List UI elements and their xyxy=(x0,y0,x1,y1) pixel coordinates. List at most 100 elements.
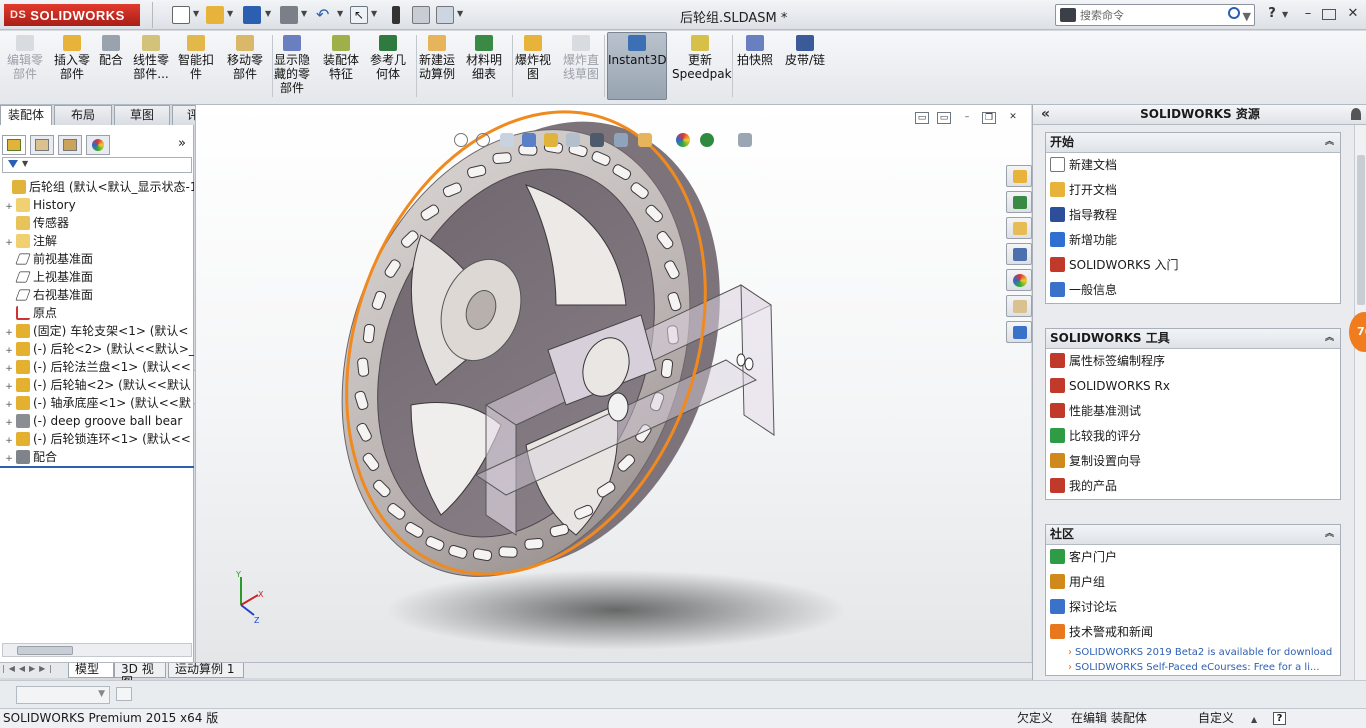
tree-item[interactable]: + 配合 xyxy=(0,448,194,466)
bottom-tab-2[interactable]: 运动算例 1 xyxy=(168,663,244,678)
display-style-icon[interactable] xyxy=(590,133,604,147)
search-icon[interactable] xyxy=(1228,7,1240,19)
ribbon-button-7[interactable]: 装配体 特征 xyxy=(318,35,364,81)
ribbon-button-12[interactable]: 爆炸直 线草图 xyxy=(558,35,604,81)
tree-item[interactable]: 原点 xyxy=(0,304,194,322)
viewport-minimize-icon[interactable]: – xyxy=(960,112,974,124)
print-icon[interactable] xyxy=(280,6,298,24)
bottom-tab-1[interactable]: 3D 视图 xyxy=(114,663,166,689)
file-properties-icon[interactable] xyxy=(412,6,430,24)
zoom-to-fit-icon[interactable] xyxy=(454,133,468,147)
tree-item[interactable]: 后轮组 (默认<默认_显示状态-1 xyxy=(0,178,194,196)
feature-manager-tab[interactable] xyxy=(2,135,26,155)
property-manager-tab[interactable] xyxy=(30,135,54,155)
ribbon-button-15[interactable]: 拍快照 xyxy=(734,35,776,67)
pin-icon[interactable] xyxy=(1351,108,1361,120)
resource-link[interactable]: 一般信息 xyxy=(1046,278,1340,303)
ribbon-button-9[interactable]: 新建运 动算例 xyxy=(414,35,460,81)
tree-item[interactable]: + 注解 xyxy=(0,232,194,250)
open-icon[interactable] xyxy=(206,6,224,24)
resource-link[interactable]: 打开文档 xyxy=(1046,178,1340,203)
resource-link[interactable]: 比较我的评分 xyxy=(1046,424,1340,449)
viewport-restore-icon[interactable]: ❐ xyxy=(982,112,996,124)
task-pane-scrollbar[interactable] xyxy=(1354,125,1366,680)
tree-item[interactable]: 上视基准面 xyxy=(0,268,194,286)
graphics-area[interactable]: Y X Z ▭ ▭ – ❐ ✕ xyxy=(195,105,1031,662)
scroll-thumb[interactable] xyxy=(1357,155,1365,305)
expand-toggle-icon[interactable]: + xyxy=(4,234,14,250)
expand-toggle-icon[interactable]: + xyxy=(4,324,14,340)
configuration-select[interactable]: ▼ xyxy=(16,686,110,704)
tree-item[interactable]: + (-) 后轮法兰盘<1> (默认<< xyxy=(0,358,194,376)
expand-toggle-icon[interactable]: + xyxy=(4,396,14,412)
help-status-icon[interactable]: ? xyxy=(1273,712,1286,725)
ribbon-button-4[interactable]: 智能扣 件 xyxy=(174,35,218,81)
expand-toggle-icon[interactable]: + xyxy=(4,378,14,394)
expand-toggle-icon[interactable]: + xyxy=(4,450,14,466)
save-icon[interactable] xyxy=(243,6,261,24)
section-view-icon[interactable] xyxy=(522,133,536,147)
undo-dropdown-icon[interactable]: ▼ xyxy=(337,9,343,18)
ribbon-button-14[interactable]: 更新 Speedpak xyxy=(672,35,732,81)
tab-1[interactable]: 布局 xyxy=(54,105,112,125)
viewport-close-icon[interactable]: ✕ xyxy=(1006,112,1020,124)
options-dropdown-icon[interactable]: ▼ xyxy=(457,9,463,18)
configuration-manager-tab[interactable] xyxy=(58,135,82,155)
resource-link[interactable]: SOLIDWORKS 入门 xyxy=(1046,253,1340,278)
expand-toggle-icon[interactable]: + xyxy=(4,432,14,448)
config-options-icon[interactable] xyxy=(116,687,132,701)
ribbon-button-11[interactable]: 爆炸视 图 xyxy=(510,35,556,81)
tree-item[interactable]: 传感器 xyxy=(0,214,194,232)
expand-panel-icon[interactable]: » xyxy=(178,136,186,151)
print-dropdown-icon[interactable]: ▼ xyxy=(301,9,307,18)
bottom-tab-0[interactable]: 模型 xyxy=(68,663,114,678)
resource-link[interactable]: 性能基准测试 xyxy=(1046,399,1340,424)
display-manager-tab[interactable] xyxy=(86,135,110,155)
ribbon-button-5[interactable]: 移动零 部件 xyxy=(222,35,268,81)
close-icon[interactable]: ✕ xyxy=(1345,7,1361,21)
previous-view-icon[interactable] xyxy=(500,133,514,147)
ribbon-button-13[interactable]: Instant3D xyxy=(608,35,667,67)
viewport-split-icon[interactable]: ▭ xyxy=(915,112,929,124)
ribbon-button-16[interactable]: 皮带/链 xyxy=(780,35,830,67)
resource-link[interactable]: 我的产品 xyxy=(1046,474,1340,499)
design-library-tab[interactable] xyxy=(1006,191,1032,213)
custom-properties-tab[interactable] xyxy=(1006,295,1032,317)
tree-item[interactable]: + (-) 后轮轴<2> (默认<<默认 xyxy=(0,376,194,394)
section-header[interactable]: 社区 ︽ xyxy=(1046,525,1340,545)
units-dropdown-icon[interactable]: ▲ xyxy=(1251,710,1257,728)
ribbon-button-1[interactable]: 插入零 部件 xyxy=(50,35,94,81)
units-status[interactable]: 自定义 xyxy=(1198,709,1234,728)
section-header[interactable]: SOLIDWORKS 工具 ︽ xyxy=(1046,329,1340,349)
resource-link[interactable]: 探讨论坛 xyxy=(1046,595,1340,620)
hide-show-items-icon[interactable] xyxy=(614,133,628,147)
expand-toggle-icon[interactable]: + xyxy=(4,360,14,376)
scroll-thumb[interactable] xyxy=(17,646,73,655)
resource-link[interactable]: 用户组 xyxy=(1046,570,1340,595)
tree-item[interactable]: + (-) 后轮锁连环<1> (默认<< xyxy=(0,430,194,448)
solidworks-logo[interactable]: DS SOLIDWORKS xyxy=(4,4,140,26)
new-document-icon[interactable] xyxy=(172,6,190,24)
file-explorer-tab[interactable] xyxy=(1006,217,1032,239)
minimize-icon[interactable]: – xyxy=(1300,7,1316,21)
display-pane-icon[interactable] xyxy=(738,133,752,147)
assembly-model[interactable]: Y X Z xyxy=(196,105,1031,662)
options-icon[interactable] xyxy=(436,6,454,24)
new-dropdown-icon[interactable]: ▼ xyxy=(193,9,199,18)
ribbon-button-10[interactable]: 材料明 细表 xyxy=(462,35,506,81)
tree-horizontal-scrollbar[interactable] xyxy=(2,643,192,657)
rollback-bar[interactable] xyxy=(0,466,194,468)
tree-item[interactable]: 右视基准面 xyxy=(0,286,194,304)
news-link[interactable]: › SOLIDWORKS Self-Paced eCourses: Free fo… xyxy=(1046,660,1340,675)
expand-toggle-icon[interactable]: + xyxy=(4,414,14,430)
help-icon[interactable]: ? xyxy=(1264,7,1280,21)
tab-2[interactable]: 草图 xyxy=(114,105,170,125)
tree-item[interactable]: 前视基准面 xyxy=(0,250,194,268)
search-dropdown-icon[interactable]: ▼ xyxy=(1243,10,1251,23)
edit-appearance-icon[interactable] xyxy=(638,133,652,147)
apply-scene-icon[interactable] xyxy=(676,133,690,147)
ribbon-button-0[interactable]: 编辑零 部件 xyxy=(2,35,48,81)
tab-scroll-arrows[interactable]: |◀◀▶▶| xyxy=(2,664,56,673)
viewport-link-icon[interactable]: ▭ xyxy=(937,112,951,124)
resource-link[interactable]: 复制设置向导 xyxy=(1046,449,1340,474)
